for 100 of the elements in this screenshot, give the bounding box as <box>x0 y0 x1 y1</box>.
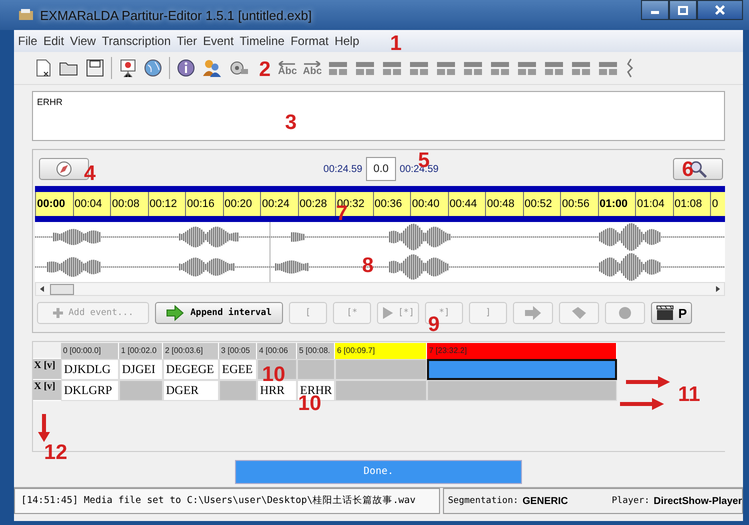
people-icon[interactable] <box>202 58 222 78</box>
append-interval-button[interactable]: Append interval <box>155 302 283 324</box>
tag-icon <box>570 306 588 320</box>
menu-item[interactable]: Transcription <box>102 34 171 48</box>
presentation-icon[interactable] <box>119 58 137 78</box>
tier-tool-icon[interactable] <box>354 59 375 77</box>
time-label: 00:44 <box>448 192 485 216</box>
annotation-number: 1 <box>390 33 402 55</box>
timeline-column-header[interactable]: 4 [00:06 <box>257 343 297 359</box>
tier-tool-icon[interactable] <box>490 59 510 77</box>
close-button[interactable] <box>697 0 743 20</box>
segmentation-value: GENERIC <box>522 496 568 506</box>
time-label: 00:16 <box>185 192 222 216</box>
time-label: 00:48 <box>485 192 522 216</box>
time-label: 01:08 <box>672 192 710 216</box>
time-label: 00:08 <box>110 192 148 216</box>
tier-label[interactable]: X [v] <box>33 359 61 380</box>
time-label: 00:28 <box>298 192 335 216</box>
annotation-number: 12 <box>44 442 68 464</box>
tier-tool-icon[interactable] <box>462 59 483 77</box>
event-cell[interactable]: DJGEI <box>119 359 163 380</box>
globe-icon[interactable] <box>144 59 162 77</box>
selected-event-cell[interactable] <box>427 359 617 380</box>
tier-tool-icon[interactable] <box>328 59 348 77</box>
annotation-number: 4 <box>84 163 96 185</box>
offset-field[interactable]: 0.0 <box>366 157 396 181</box>
right-arrow-icon <box>524 306 542 320</box>
scroll-right-icon[interactable] <box>714 285 722 293</box>
timeline-column-header[interactable]: 3 [00:05 <box>219 343 257 359</box>
timeline-column-header[interactable]: 7 [23:32.2] <box>427 343 617 359</box>
time-label: 01:04 <box>635 192 672 216</box>
menu-item[interactable]: View <box>70 34 96 48</box>
right-arrow-icon <box>303 60 322 66</box>
end-time: 00:24.59 <box>400 164 439 174</box>
event-cell[interactable]: EGEE <box>219 359 257 380</box>
tier-label[interactable]: X [v] <box>33 380 61 401</box>
squiggle-icon[interactable] <box>624 58 635 78</box>
annotation-number: 6 <box>682 159 694 181</box>
timeline-column-header[interactable]: 0 [00:00.0] <box>61 343 119 359</box>
time-label: 00:04 <box>72 192 110 216</box>
annotation-number: 11 <box>678 384 700 406</box>
timeline-column-header[interactable]: 6 [00:09.7] <box>335 343 427 359</box>
time-label: 00:20 <box>222 192 260 216</box>
annotation-arrow <box>626 376 670 388</box>
maximize-button[interactable] <box>669 0 697 20</box>
new-document-icon[interactable] <box>34 58 52 78</box>
menu-item[interactable]: Format <box>290 34 329 48</box>
event-cell[interactable]: HRR <box>257 380 297 401</box>
scroll-thumb[interactable] <box>50 284 74 294</box>
timeline-column-header[interactable]: 5 [00:08. <box>297 343 335 359</box>
time-label: 01:00 <box>598 192 635 216</box>
scroll-left-icon[interactable] <box>38 285 46 293</box>
event-cell[interactable]: DGER <box>163 380 219 401</box>
event-cell[interactable]: DKLGRP <box>61 380 119 401</box>
zoom-button[interactable] <box>673 158 723 180</box>
film-reel-icon[interactable] <box>229 60 249 76</box>
app-icon <box>18 8 34 22</box>
player-value: DirectShow-Player <box>654 496 742 506</box>
maximize-icon <box>678 6 688 14</box>
time-label: 00:40 <box>410 192 448 216</box>
player-button[interactable]: P <box>651 302 692 324</box>
tier-tool-icon[interactable] <box>516 59 537 77</box>
time-label: 0 <box>710 192 718 216</box>
tier-tool-icon[interactable] <box>408 59 429 77</box>
window-title: EXMARaLDA Partitur-Editor 1.5.1 [untitled.exb] <box>40 8 312 22</box>
menu-item[interactable]: Event <box>202 34 234 48</box>
plus-icon <box>52 307 64 319</box>
menu-item[interactable]: Help <box>334 34 360 48</box>
menu-item[interactable]: Timeline <box>240 34 285 48</box>
compass-icon <box>55 160 73 178</box>
time-label: 00:52 <box>522 192 560 216</box>
menu-item[interactable]: Edit <box>43 34 64 48</box>
event-cell[interactable]: DEGEGE <box>163 359 219 380</box>
move-text-right-button[interactable]: Abc <box>302 60 322 76</box>
timeline-column-header[interactable]: 1 [00:02.0 <box>119 343 163 359</box>
segmentation-label: Segmentation: <box>448 496 518 506</box>
annotation-number: 2 <box>259 59 271 81</box>
annotation-number: 8 <box>362 255 374 277</box>
menu-item[interactable]: File <box>18 34 38 48</box>
tier-tool-icon[interactable] <box>382 59 402 77</box>
tier-tool-icon[interactable] <box>544 59 564 77</box>
time-label: 00:00 <box>35 192 72 216</box>
annotation-arrow <box>38 414 50 442</box>
info-icon[interactable] <box>177 59 195 77</box>
minimize-button[interactable] <box>641 0 669 20</box>
annotation-number: 3 <box>285 112 297 134</box>
editor-text: ERHR <box>37 97 63 107</box>
append-arrow-icon <box>166 305 186 321</box>
tier-tool-icon[interactable] <box>598 59 618 77</box>
save-icon[interactable] <box>86 59 104 77</box>
clapperboard-icon <box>656 305 674 321</box>
event-cell[interactable]: DJKDLG <box>61 359 119 380</box>
folder-icon[interactable] <box>59 60 79 76</box>
move-text-left-button[interactable]: Abc <box>278 60 297 76</box>
menu-item[interactable]: Tier <box>176 34 197 48</box>
status-message: [14:51:45] Media file set to C:\Users\user\Desktop\桂阳土话长篇故事.wav <box>14 488 440 514</box>
tier-tool-icon[interactable] <box>436 59 456 77</box>
horizontal-scrollbar[interactable] <box>35 282 725 296</box>
timeline-column-header[interactable]: 2 [00:03.6] <box>163 343 219 359</box>
tier-tool-icon[interactable] <box>570 59 591 77</box>
